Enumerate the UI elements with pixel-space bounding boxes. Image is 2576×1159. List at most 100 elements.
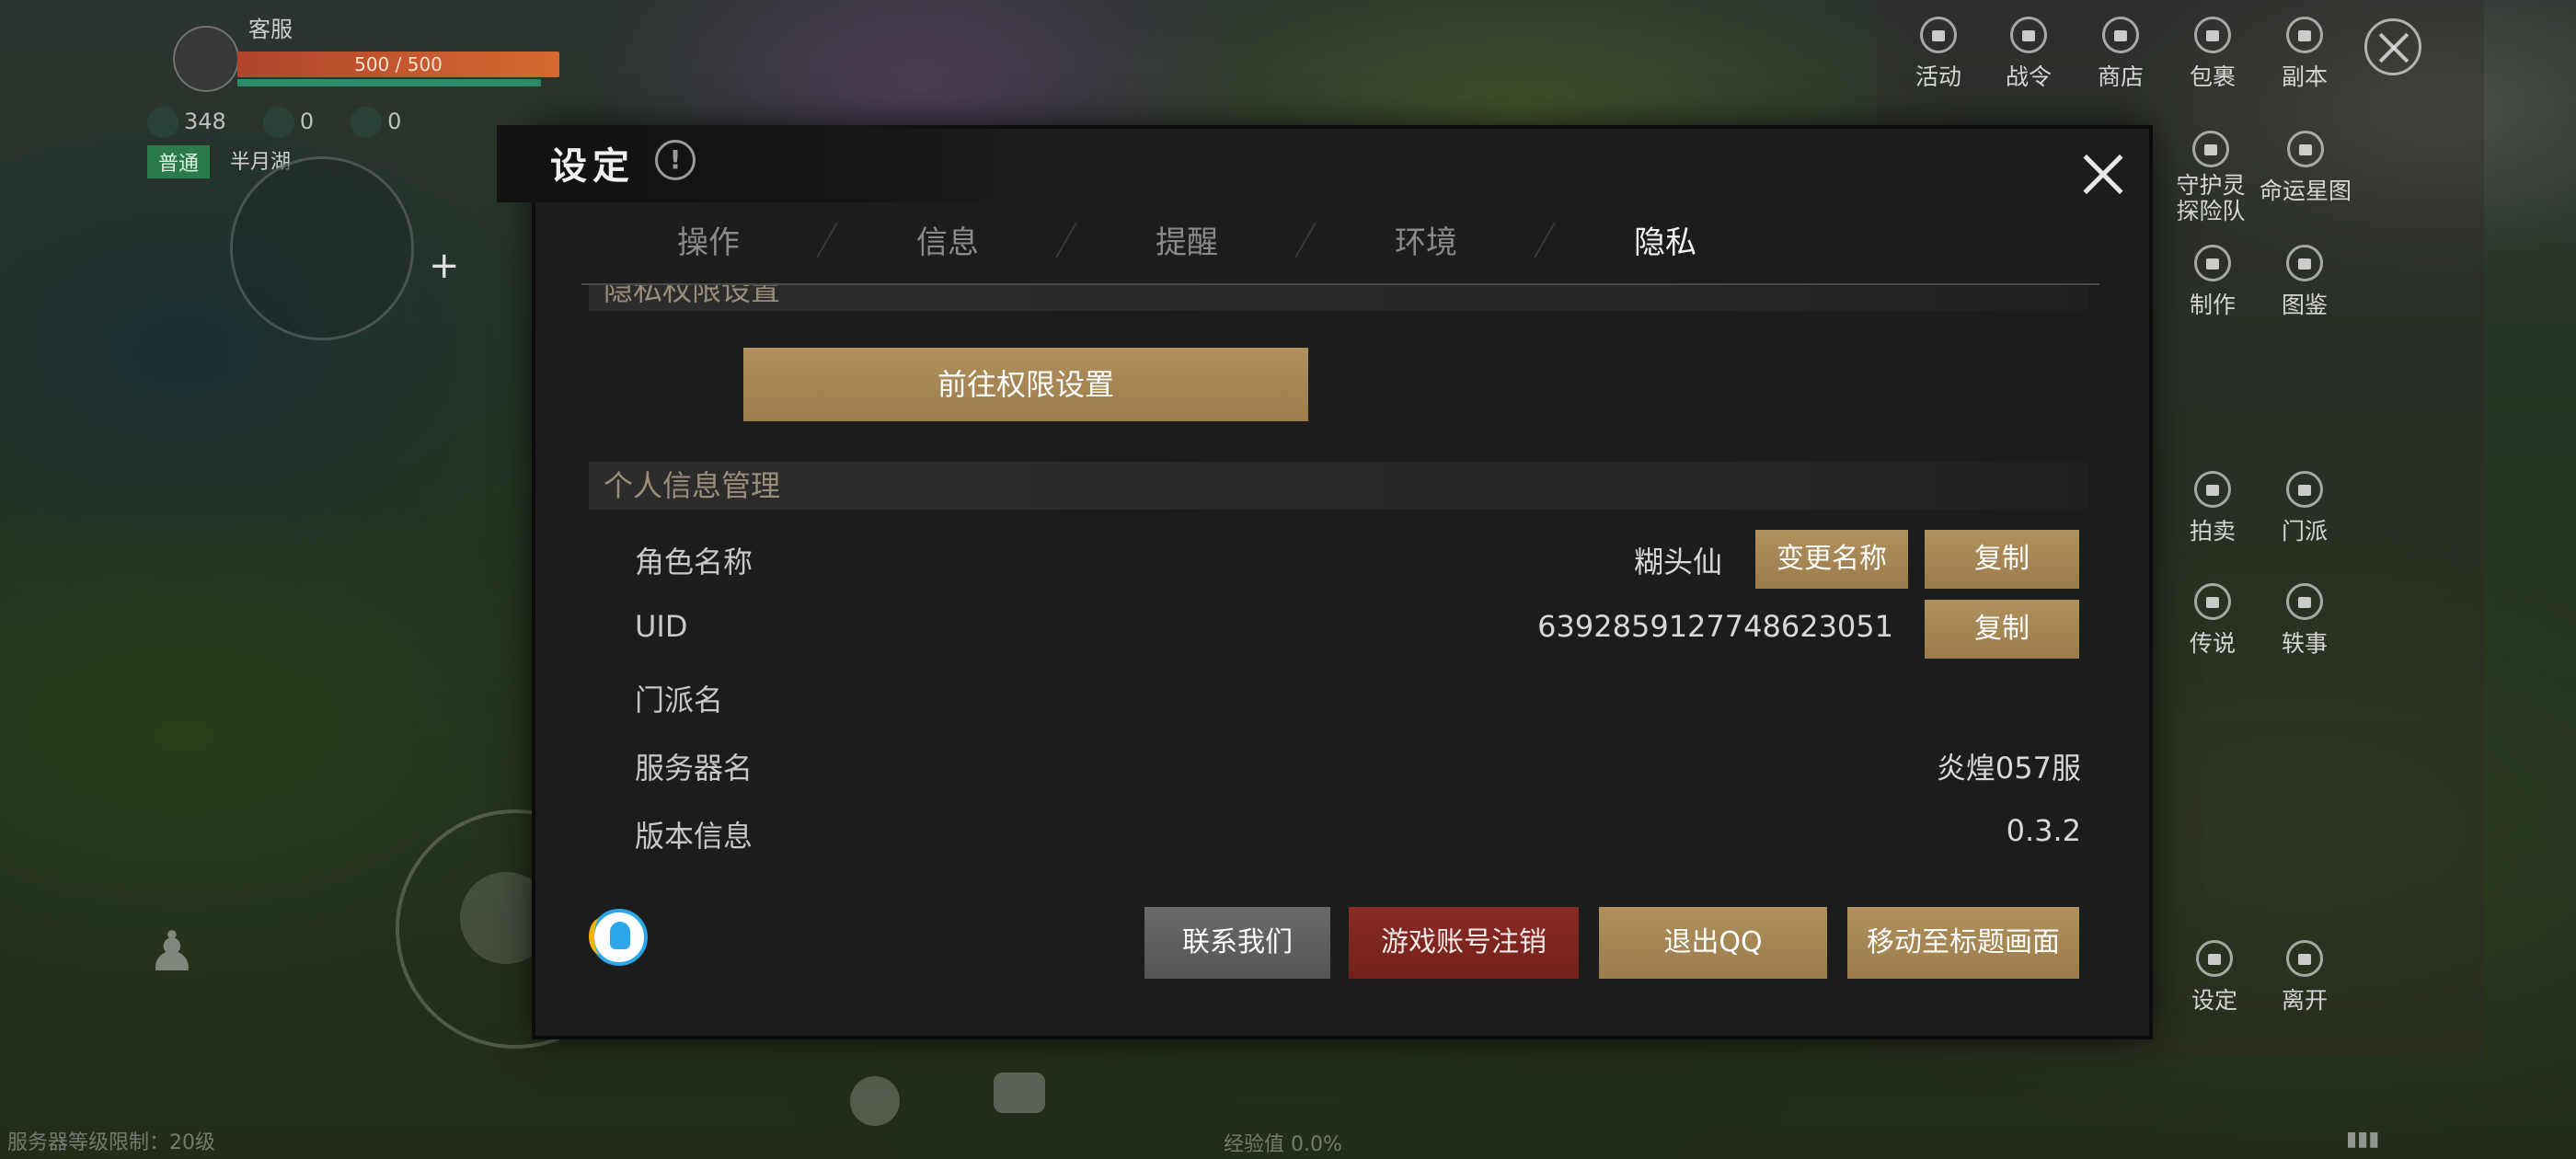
version-value: 0.3.2: [2006, 813, 2081, 848]
menu-craft[interactable]: 制作: [2171, 245, 2254, 320]
stat-kills: 0: [351, 107, 401, 138]
menu-label: 设定: [2191, 987, 2237, 1014]
server-level-limit: 服务器等级限制：20级: [7, 1131, 215, 1154]
compass-icon: [262, 107, 294, 138]
menu-label: 门派: [2281, 518, 2328, 545]
lock-icon: [2286, 17, 2323, 53]
menu-label: 制作: [2189, 292, 2236, 318]
stat-power-value: 348: [184, 109, 226, 134]
signal-battery-icon: ▮▮▮: [2346, 1128, 2380, 1151]
copy-uid-button[interactable]: 复制: [1925, 600, 2079, 659]
section-personal-info: 个人信息管理: [589, 462, 2088, 510]
menu-settings[interactable]: 设定: [2173, 940, 2256, 1016]
camera-icon[interactable]: [850, 1076, 900, 1126]
character-figure-icon[interactable]: ♟: [147, 920, 197, 984]
lock-icon: [2194, 245, 2231, 281]
menu-label: 拍卖: [2189, 518, 2236, 545]
tab-separator: [816, 223, 838, 258]
menu-leave[interactable]: 离开: [2263, 940, 2346, 1016]
tab-separator: [1294, 223, 1317, 258]
menu-auction[interactable]: 拍卖: [2171, 471, 2254, 546]
stat-kills-value: 0: [387, 109, 402, 134]
menu-guardian-expedition[interactable]: 守护灵探险队: [2169, 131, 2252, 224]
contact-us-button[interactable]: 联系我们: [1144, 907, 1330, 979]
lock-icon: [2286, 583, 2323, 620]
settings-tabs: 操作 信息 提醒 环境 隐私: [626, 217, 1950, 269]
tab-separator: [1055, 223, 1077, 258]
menu-label: 离开: [2281, 987, 2328, 1014]
lock-icon: [2286, 245, 2323, 281]
menu-shop[interactable]: 商店: [2079, 17, 2162, 92]
menu-anecdote[interactable]: 轶事: [2263, 583, 2346, 659]
uid-label: UID: [635, 609, 688, 644]
exit-icon: [2286, 940, 2323, 977]
lock-icon: [2010, 17, 2047, 53]
menu-label: 轶事: [2281, 630, 2328, 657]
lock-icon: [2194, 17, 2231, 53]
menu-label: 活动: [1915, 63, 1961, 90]
menu-battle-pass[interactable]: 战令: [1987, 17, 2070, 92]
tab-info[interactable]: 信息: [865, 217, 1030, 262]
menu-sect[interactable]: 门派: [2263, 471, 2346, 546]
dialog-title: 设定: [550, 144, 635, 188]
cross-swords-icon: [351, 107, 383, 138]
sect-name-label: 门派名: [635, 683, 724, 717]
tab-controls[interactable]: 操作: [626, 217, 791, 262]
uid-value: 6392859127748623051: [1537, 609, 1893, 644]
lock-icon: [2287, 131, 2324, 167]
tab-environment[interactable]: 环境: [1343, 217, 1509, 262]
minimap[interactable]: [230, 156, 414, 340]
menu-dungeon[interactable]: 副本: [2263, 17, 2346, 92]
tab-separator: [1534, 223, 1556, 258]
cancel-account-button[interactable]: 游戏账号注销: [1349, 907, 1579, 979]
title-screen-button[interactable]: 移动至标题画面: [1847, 907, 2079, 979]
customer-service-link[interactable]: 客服: [248, 11, 293, 43]
gear-icon: [2196, 940, 2233, 977]
mode-badge: 普通: [147, 145, 211, 178]
menu-label: 商店: [2097, 63, 2144, 90]
info-icon[interactable]: !: [655, 140, 696, 180]
menu-codex[interactable]: 图鉴: [2263, 245, 2346, 320]
stat-currency: 0: [262, 107, 315, 138]
lock-icon: [1920, 17, 1957, 53]
quit-qq-button[interactable]: 退出QQ: [1599, 907, 1827, 979]
tab-reminders[interactable]: 提醒: [1104, 217, 1270, 262]
tab-privacy[interactable]: 隐私: [1582, 217, 1748, 262]
lock-icon: [2102, 17, 2139, 53]
menu-label: 图鉴: [2281, 292, 2328, 318]
menu-bag[interactable]: 包裹: [2171, 17, 2254, 92]
hp-text: 500 / 500: [354, 53, 443, 75]
lock-icon: [2194, 471, 2231, 508]
qq-icon: [589, 909, 648, 966]
copy-name-button[interactable]: 复制: [1925, 530, 2079, 589]
menu-label: 传说: [2189, 630, 2236, 657]
role-name-label: 角色名称: [635, 545, 753, 580]
menu-label: 副本: [2281, 63, 2328, 90]
sword-icon: [147, 107, 178, 138]
close-hud-icon[interactable]: [2364, 18, 2421, 75]
close-icon[interactable]: [2077, 149, 2129, 201]
menu-activity[interactable]: 活动: [1897, 17, 1980, 92]
menu-legend[interactable]: 传说: [2171, 583, 2254, 659]
menu-fate-star-chart[interactable]: 命运星图: [2250, 131, 2361, 206]
menu-label: 包裹: [2189, 63, 2236, 90]
experience-text: 经验值 0.0%: [1224, 1133, 1342, 1156]
menu-label: 守护灵探险队: [2176, 172, 2246, 224]
menu-label: 命运星图: [2259, 178, 2352, 204]
rename-button[interactable]: 变更名称: [1755, 530, 1908, 589]
menu-label: 战令: [2005, 63, 2052, 90]
tab-divider: [581, 283, 2099, 285]
stat-power: 348: [147, 107, 226, 138]
server-name-value: 炎煌057服: [1936, 751, 2081, 786]
lock-icon: [2194, 583, 2231, 620]
stat-currency-value: 0: [299, 109, 315, 134]
chat-icon[interactable]: [994, 1073, 1045, 1113]
role-name-value: 糊头仙: [1633, 545, 1722, 580]
goto-permission-settings-button[interactable]: 前往权限设置: [743, 348, 1308, 421]
lock-icon: [2192, 131, 2229, 167]
server-name-label: 服务器名: [635, 751, 753, 786]
player-avatar[interactable]: [173, 26, 239, 92]
version-label: 版本信息: [635, 819, 753, 854]
mp-bar: [237, 79, 541, 86]
expand-plus-icon[interactable]: +: [429, 245, 460, 287]
